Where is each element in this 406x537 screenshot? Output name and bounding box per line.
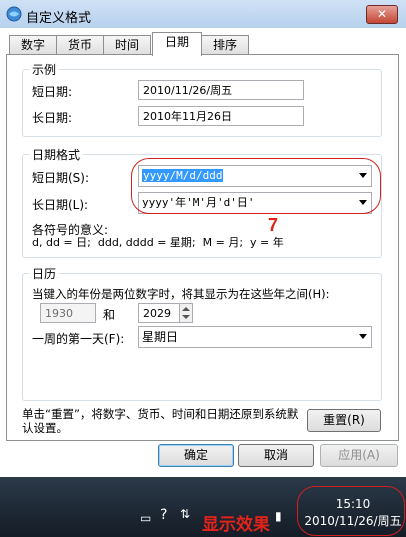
tab-currency[interactable]: 货币: [56, 35, 104, 55]
signal-icon[interactable]: ▮: [275, 509, 282, 523]
two-digit-year-text: 当键入的年份是两位数字时，将其显示为在这些年之间(H):: [32, 287, 330, 301]
window-title: 自定义格式: [26, 11, 92, 26]
and-label: 和: [103, 308, 116, 322]
annotation-number: 7: [268, 215, 279, 235]
example-long-label: 长日期:: [32, 111, 73, 125]
year-from-field: 1930: [40, 303, 96, 323]
calendar-legend: 日历: [32, 267, 57, 281]
year-spinner[interactable]: [180, 303, 193, 323]
display-effect-caption: 显示效果: [202, 515, 270, 535]
first-day-label: 一周的第一天(F):: [32, 332, 125, 346]
spin-up-icon[interactable]: [182, 307, 190, 311]
example-short-value: 2010/11/26/周五: [138, 80, 304, 100]
spin-down-icon[interactable]: [182, 315, 190, 319]
short-date-label: 短日期(S):: [32, 171, 90, 185]
network-icon[interactable]: ⇅: [180, 507, 190, 521]
date-tab-panel: 示例 短日期: 2010/11/26/周五 长日期: 2010年11月26日 日…: [6, 54, 399, 441]
reset-description: 单击“重置”，将数字、货币、时间和日期还原到系统默认设置。: [22, 407, 299, 435]
chevron-down-icon[interactable]: [359, 334, 367, 339]
highlight-oval: [131, 158, 381, 214]
title-bar: 自定义格式 ✕: [0, 0, 406, 28]
long-date-label: 长日期(L):: [32, 198, 89, 212]
tab-strip: 数字 货币 时间 日期 排序: [0, 32, 406, 56]
help-icon[interactable]: ?: [160, 507, 167, 523]
tab-time[interactable]: 时间: [103, 35, 151, 55]
example-legend: 示例: [32, 63, 57, 77]
close-icon: ✕: [376, 7, 388, 21]
tab-date[interactable]: 日期: [152, 32, 202, 56]
ok-button[interactable]: 确定: [158, 444, 234, 467]
date-format-legend: 日期格式: [32, 148, 81, 162]
clock-highlight-oval: [297, 486, 405, 536]
example-long-value: 2010年11月26日: [138, 106, 304, 126]
app-icon: [6, 6, 22, 22]
example-short-label: 短日期:: [32, 85, 73, 99]
reset-button[interactable]: 重置(R): [307, 409, 381, 432]
close-button[interactable]: ✕: [366, 5, 398, 24]
first-day-combo[interactable]: 星期日: [138, 326, 372, 348]
year-to-field[interactable]: 2029: [138, 303, 180, 323]
cancel-button[interactable]: 取消: [238, 444, 314, 467]
symbols-description: d, dd = 日; ddd, dddd = 星期; M = 月; y = 年: [32, 236, 284, 249]
apply-button: 应用(A): [320, 444, 398, 467]
keyboard-icon[interactable]: ▭: [140, 511, 151, 525]
tab-number[interactable]: 数字: [9, 35, 57, 55]
first-day-value: 星期日: [142, 330, 179, 344]
tab-sort[interactable]: 排序: [201, 35, 249, 55]
